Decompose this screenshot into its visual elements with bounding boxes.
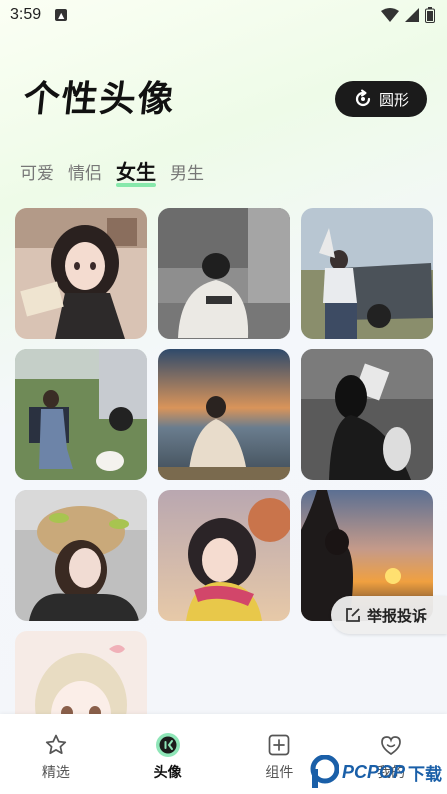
nav-item-avatars[interactable]: 头像 [112,714,224,794]
wifi-icon [381,8,399,22]
report-button-label: 举报投诉 [367,606,428,625]
watermark-suffix: 下载 [408,764,443,785]
avatar-thumbnail[interactable] [15,349,147,480]
refresh-circle-icon [355,89,371,107]
avatar-thumbnail[interactable] [158,490,290,621]
avatar-thumbnail[interactable] [15,490,147,621]
tab-couple[interactable]: 情侣 [68,159,102,184]
status-time: 3:59 [10,6,42,23]
avatar-shape-toggle-button[interactable]: 圆形 [335,81,427,117]
status-icons [381,7,435,23]
tab-label: 男生 [170,164,204,184]
battery-icon [425,7,435,23]
pcpop-watermark: PCPOP 下载 [309,752,442,792]
avatar-thumbnail[interactable] [301,349,433,480]
tab-cute[interactable]: 可爱 [20,159,54,184]
plus-square-icon [266,732,292,758]
nav-label: 头像 [153,765,182,781]
tab-label: 情侣 [68,164,102,184]
report-complaint-button[interactable]: 举报投诉 [331,596,447,634]
avatar-thumbnail[interactable] [15,208,147,339]
tab-girls[interactable]: 女生 [116,156,156,187]
edit-icon [346,608,360,622]
tab-label: 女生 [116,160,156,184]
avatar-thumbnail[interactable] [158,208,290,339]
avatar-face-icon [155,732,181,758]
nav-label: 精选 [41,765,70,781]
category-tabs: 可爱 情侣 女生 男生 [20,156,204,187]
page-title: 个性头像 [21,79,178,120]
pcpop-logo-icon [310,755,339,788]
nav-item-featured[interactable]: 精选 [0,714,112,794]
notification-app-icon: ▲ [55,9,68,21]
signal-icon [405,8,419,22]
status-bar: 3:59 ▲ [0,0,447,30]
watermark-brand: PCPOP [342,761,406,782]
avatar-thumbnail[interactable] [158,349,290,480]
nav-label: 组件 [265,765,294,781]
star-icon [43,732,69,758]
tab-boys[interactable]: 男生 [170,159,204,184]
tab-label: 可爱 [20,164,54,184]
avatar-thumbnail[interactable] [301,208,433,339]
tab-active-indicator [116,183,156,187]
shape-button-label: 圆形 [378,90,409,109]
avatar-grid [15,208,433,762]
